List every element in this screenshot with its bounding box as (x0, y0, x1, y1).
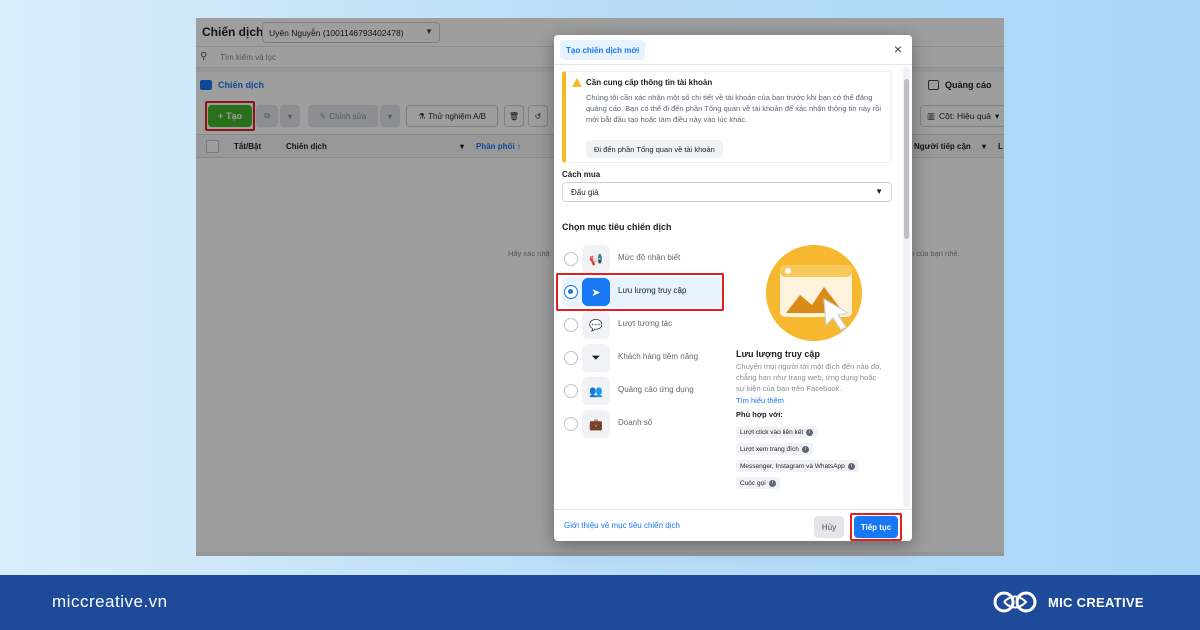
radio-button[interactable] (564, 318, 578, 332)
brand-name: MIC CREATIVE (1048, 594, 1144, 610)
cancel-button[interactable]: Hủy (814, 516, 844, 538)
brand-footer: miccreative.vn MIC CREATIVE (0, 575, 1200, 630)
buying-type-value: Đấu giá (571, 188, 599, 197)
traffic-illustration (766, 245, 862, 341)
scrollbar-thumb[interactable] (904, 79, 909, 239)
buying-type-select[interactable]: Đấu giá ▼ (562, 182, 892, 202)
goal-chip-label: Lượt xem trang đích (740, 445, 799, 453)
about-objectives-link[interactable]: Giới thiệu về mục tiêu chiến dịch (564, 521, 680, 530)
dialog-footer: Giới thiệu về mục tiêu chiến dịch Hủy Ti… (554, 509, 912, 541)
goal-chip-label: Messenger, Instagram và WhatsApp (740, 462, 845, 470)
objective-label: Lượt tương tác (618, 319, 673, 328)
objective-app-promotion[interactable]: 👥 Quảng cáo ứng dụng (562, 376, 722, 406)
radio-button[interactable] (564, 417, 578, 431)
dialog-body: Cần cung cấp thông tin tài khoản Chúng t… (554, 65, 902, 509)
create-campaign-dialog: Tạo chiến dịch mới × Cần cung cấp thông … (554, 35, 912, 541)
highlight-continue (850, 513, 902, 541)
tab-new-campaign[interactable]: Tạo chiến dịch mới (560, 40, 646, 60)
account-overview-button[interactable]: Đi đến phần Tổng quan về tài khoản (586, 140, 723, 158)
info-icon[interactable]: i (768, 479, 776, 487)
objective-label: Doanh số (618, 418, 653, 427)
objective-sales[interactable]: 💼 Doanh số (562, 409, 722, 439)
objective-detail-title: Lưu lượng truy cập (736, 349, 820, 359)
info-icon[interactable]: i (801, 445, 809, 453)
chevron-down-icon: ▼ (875, 187, 883, 196)
megaphone-icon: 📢 (582, 245, 610, 273)
info-icon[interactable]: i (806, 428, 814, 436)
fit-label: Phù hợp với: (736, 410, 783, 419)
objective-label: Khách hàng tiềm năng (618, 352, 699, 361)
briefcase-icon: 💼 (582, 410, 610, 438)
goal-chip: Messenger, Instagram và WhatsApp i (736, 460, 859, 472)
goal-chip: Lượt click vào liên kết i (736, 426, 818, 438)
chat-bubbles-icon: 💬 (582, 311, 610, 339)
objective-awareness[interactable]: 📢 Mức độ nhận biết (562, 244, 722, 274)
objectives-title: Chọn mục tiêu chiến dịch (562, 222, 672, 232)
learn-more-link[interactable]: Tìm hiểu thêm (736, 396, 784, 405)
dialog-scrollbar[interactable] (903, 67, 910, 507)
brand-lockup: MIC CREATIVE (992, 589, 1144, 615)
goal-chip-label: Lượt click vào liên kết (740, 428, 804, 436)
close-icon[interactable]: × (894, 41, 902, 57)
objective-leads[interactable]: ⏷ Khách hàng tiềm năng (562, 343, 722, 373)
people-icon: 👥 (582, 377, 610, 405)
website-text: miccreative.vn (52, 592, 168, 611)
goal-chip: Cuộc gọi i (736, 477, 780, 489)
account-warning-banner: Cần cung cấp thông tin tài khoản Chúng t… (562, 71, 892, 163)
objective-engagement[interactable]: 💬 Lượt tương tác (562, 310, 722, 340)
highlight-traffic (556, 273, 724, 311)
radio-button[interactable] (564, 384, 578, 398)
dialog-header: Tạo chiến dịch mới × (554, 35, 912, 65)
warning-body: Chúng tôi cần xác nhận một số chi tiết v… (586, 93, 882, 124)
warning-title: Cần cung cấp thông tin tài khoản (586, 78, 713, 87)
funnel-icon: ⏷ (582, 344, 610, 372)
objective-detail-description: Chuyển mọi người tới một đích đến nào đó… (736, 362, 882, 393)
warning-icon (572, 78, 582, 87)
objective-label: Quảng cáo ứng dụng (618, 385, 694, 394)
radio-button[interactable] (564, 351, 578, 365)
objective-label: Mức độ nhận biết (618, 253, 681, 262)
info-icon[interactable]: i (847, 462, 855, 470)
goal-chip-label: Cuộc gọi (740, 479, 766, 487)
buying-type-label: Cách mua (562, 170, 601, 179)
radio-button[interactable] (564, 252, 578, 266)
goal-chip: Lượt xem trang đích i (736, 443, 813, 455)
mic-creative-logo-icon (993, 591, 1037, 613)
